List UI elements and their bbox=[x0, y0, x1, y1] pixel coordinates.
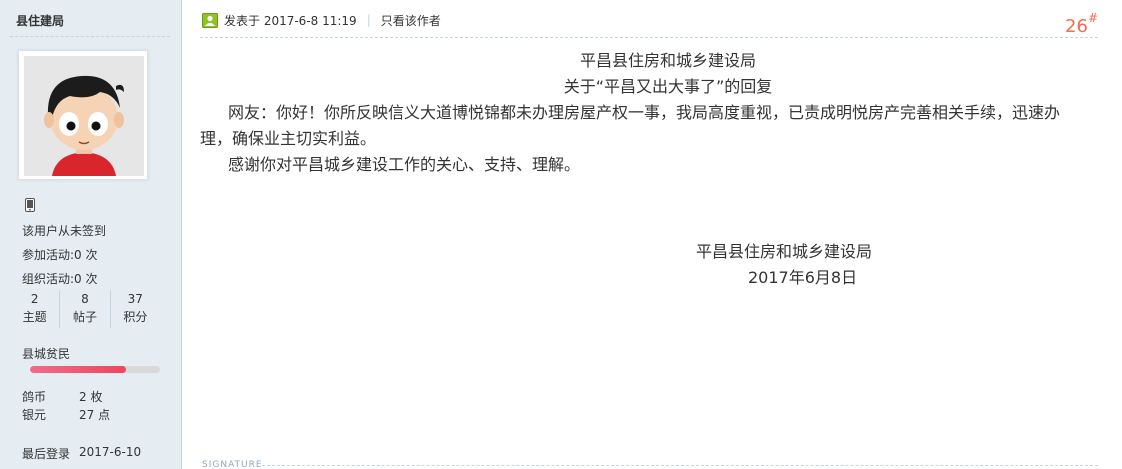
currency-value: 2 枚 bbox=[79, 390, 103, 404]
post-paragraph: 网友：你好！你所反映信义大道博悦锦都未办理房屋产权一事，我局高度重视，已责成明悦… bbox=[200, 103, 1061, 148]
currency-value: 27 点 bbox=[79, 408, 111, 422]
signature-divider bbox=[262, 465, 1098, 466]
activities-organized: 组织活动:0 次 bbox=[22, 272, 98, 286]
user-rank[interactable]: 县城贫民 bbox=[22, 345, 70, 362]
cartoon-avatar-icon bbox=[24, 56, 144, 176]
mobile-phone-icon bbox=[25, 197, 35, 216]
stat-value: 8 bbox=[81, 292, 89, 306]
avatar[interactable] bbox=[18, 50, 148, 180]
header-separator: | bbox=[366, 13, 371, 27]
currency-label: 鸽币 bbox=[22, 390, 47, 404]
currency-pigeon-coin: 鸽币 2 枚 bbox=[22, 388, 102, 405]
post-timestamp: 发表于 2017-6-8 11:19 bbox=[224, 13, 357, 28]
author-username[interactable]: 县住建局 bbox=[16, 12, 64, 29]
stat-value: 37 bbox=[127, 292, 143, 306]
post-header: 发表于 2017-6-8 11:19 | 只看该作者 bbox=[202, 12, 441, 28]
sign-organization: 平昌县住房和城乡建设局 bbox=[696, 242, 873, 261]
stat-threads[interactable]: 2 主题 bbox=[10, 290, 59, 328]
last-login: 最后登录 2017-6-10 bbox=[22, 445, 141, 462]
user-online-icon bbox=[202, 12, 218, 28]
currency-label: 银元 bbox=[22, 408, 47, 422]
post-subject: 关于“平昌又出大事了”的回复 bbox=[563, 77, 773, 96]
checkin-status: 该用户从未签到 bbox=[22, 224, 107, 238]
floor-symbol: # bbox=[1087, 11, 1098, 25]
sign-date: 2017年6月8日 bbox=[748, 268, 858, 287]
post-org-title: 平昌县住房和城乡建设局 bbox=[579, 51, 756, 70]
author-stats: 2 主题 8 帖子 37 积分 bbox=[10, 290, 160, 328]
currency-silver: 银元 27 点 bbox=[22, 406, 110, 423]
floor-number-value: 26 bbox=[1065, 16, 1088, 37]
stat-posts[interactable]: 8 帖子 bbox=[59, 290, 109, 328]
stat-label: 帖子 bbox=[72, 310, 97, 324]
stat-label: 积分 bbox=[123, 310, 148, 324]
only-author-link[interactable]: 只看该作者 bbox=[381, 12, 441, 29]
activities-joined: 参加活动:0 次 bbox=[22, 248, 98, 262]
last-login-label: 最后登录 bbox=[22, 447, 71, 461]
author-sidebar: 县住建局 该用户从未签到 参加活动:0 次 组织活动:0 次 2 主题 8 帖子… bbox=[0, 0, 182, 469]
level-progress-bar bbox=[30, 366, 160, 373]
stat-points[interactable]: 37 积分 bbox=[109, 290, 160, 328]
floor-number[interactable]: 26# bbox=[1065, 11, 1098, 37]
stat-label: 主题 bbox=[22, 310, 47, 324]
avatar-image bbox=[24, 56, 144, 176]
stat-value: 2 bbox=[30, 292, 39, 306]
signature-label: SIGNATURE bbox=[202, 460, 263, 469]
post-content: 平昌县住房和城乡建设局 关于“平昌又出大事了”的回复 网友：你好！你所反映信义大… bbox=[200, 48, 1080, 178]
level-progress-fill bbox=[30, 366, 127, 373]
sidebar-divider bbox=[10, 36, 170, 37]
post-paragraph: 感谢你对平昌城乡建设工作的关心、支持、理解。 bbox=[228, 155, 581, 174]
last-login-value: 2017-6-10 bbox=[79, 445, 142, 459]
header-divider bbox=[200, 37, 1098, 38]
